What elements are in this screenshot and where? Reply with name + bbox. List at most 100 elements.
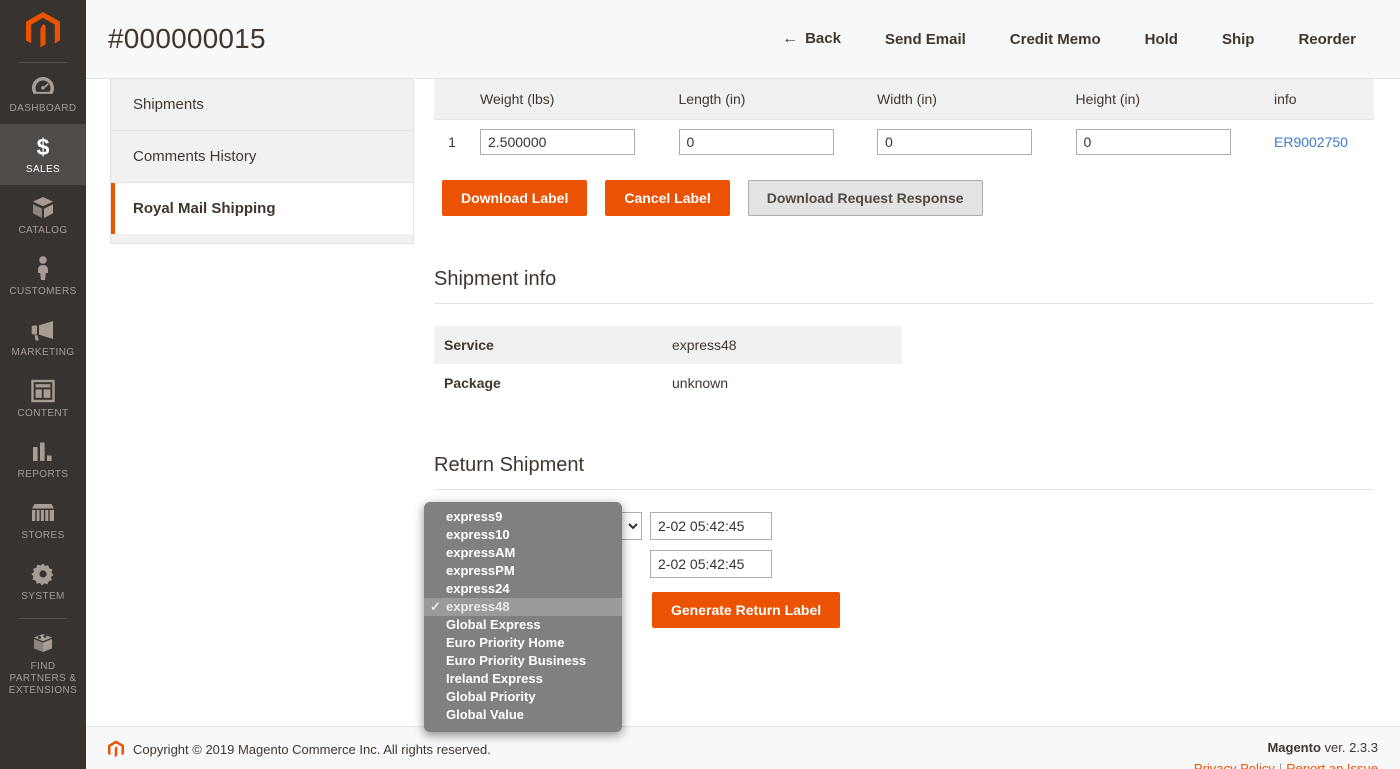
sidebar-item-label: FIND PARTNERS & EXTENSIONS	[8, 661, 78, 696]
height-input[interactable]	[1075, 129, 1231, 155]
sidebar-item-label: CONTENT	[17, 408, 69, 419]
dropdown-option-label: express9	[446, 509, 503, 524]
dropdown-option-global-priority[interactable]: Global Priority	[424, 688, 622, 706]
boxes-icon	[2, 195, 84, 221]
dropdown-option-express10[interactable]: express10	[424, 526, 622, 544]
sidebar-item-label: REPORTS	[17, 469, 69, 480]
brand-name: Magento	[1267, 740, 1321, 755]
dropdown-option-expresspm[interactable]: expressPM	[424, 562, 622, 580]
column-width: Width (in)	[867, 79, 1066, 120]
return-date-input-1[interactable]	[650, 512, 772, 540]
length-input[interactable]	[678, 129, 834, 155]
table-header-row: Weight (lbs) Length (in) Width (in) Heig…	[434, 79, 1374, 120]
dropdown-option-euro-priority-business[interactable]: Euro Priority Business	[424, 652, 622, 670]
dropdown-option-expressam[interactable]: expressAM	[424, 544, 622, 562]
column-info: info	[1264, 79, 1374, 120]
magento-logo[interactable]	[0, 0, 86, 62]
sidebar-divider-bottom	[19, 618, 67, 619]
table-row: 1 ER9002750	[434, 120, 1374, 165]
download-label-button[interactable]: Download Label	[442, 180, 588, 216]
dropdown-option-express48[interactable]: ✓ express48	[424, 598, 622, 616]
table-row: Service express48	[434, 326, 902, 364]
magento-logo-icon	[26, 12, 60, 48]
sidebar-item-customers[interactable]: CUSTOMERS	[0, 246, 86, 307]
copyright: Copyright © 2019 Magento Commerce Inc. A…	[108, 740, 491, 759]
weight-cell	[470, 120, 669, 165]
dollar-sign-icon: $	[2, 134, 84, 160]
generate-return-label-button[interactable]: Generate Return Label	[652, 592, 841, 628]
sidebar-item-catalog[interactable]: CATALOG	[0, 185, 86, 246]
weight-input[interactable]	[480, 129, 635, 155]
magento-logo-icon	[108, 740, 124, 758]
length-cell	[669, 120, 868, 165]
dropdown-option-global-value[interactable]: Global Value	[424, 706, 622, 724]
dropdown-option-label: Global Value	[446, 707, 525, 722]
dropdown-option-express9[interactable]: express9	[424, 508, 622, 526]
back-button[interactable]: ← Back	[760, 22, 863, 56]
storefront-icon	[2, 500, 84, 526]
layout-page-icon	[2, 378, 84, 404]
footer-links: Privacy Policy | Report an Issue	[1194, 761, 1378, 769]
sidebar-item-system[interactable]: SYSTEM	[0, 551, 86, 612]
sidebar-item-label: STORES	[21, 530, 65, 541]
tab-shipments[interactable]: Shipments	[111, 79, 413, 131]
dropdown-option-label: Euro Priority Business	[446, 653, 587, 668]
table-row: Package unknown	[434, 364, 902, 402]
cancel-label-button[interactable]: Cancel Label	[605, 180, 730, 216]
sidebar-item-stores[interactable]: STORES	[0, 490, 86, 551]
return-date-input-2[interactable]	[650, 550, 772, 578]
arrow-left-icon: ←	[782, 30, 799, 47]
hold-button[interactable]: Hold	[1123, 23, 1200, 56]
sidebar-item-marketing[interactable]: MARKETING	[0, 307, 86, 368]
dropdown-option-label: express10	[446, 527, 510, 542]
send-email-button[interactable]: Send Email	[863, 23, 988, 56]
back-button-label: Back	[805, 30, 841, 47]
building-blocks-icon	[2, 631, 84, 657]
info-cell: ER9002750	[1264, 120, 1374, 165]
ship-button[interactable]: Ship	[1200, 23, 1277, 56]
dropdown-option-ireland-express[interactable]: Ireland Express	[424, 670, 622, 688]
privacy-policy-link[interactable]: Privacy Policy	[1194, 761, 1275, 769]
sidebar-item-content[interactable]: CONTENT	[0, 368, 86, 429]
dropdown-option-label: Global Priority	[446, 689, 536, 704]
height-cell	[1066, 120, 1265, 165]
tab-comments-history[interactable]: Comments History	[111, 131, 413, 183]
return-service-dropdown-popup[interactable]: express9 express10 expressAM expressPM e…	[424, 502, 622, 732]
package-label: Package	[444, 375, 501, 391]
packages-table: Weight (lbs) Length (in) Width (in) Heig…	[434, 79, 1374, 164]
package-value: unknown	[672, 375, 729, 391]
report-issue-link[interactable]: Report an Issue	[1286, 761, 1378, 769]
width-input[interactable]	[877, 129, 1032, 155]
download-request-response-button[interactable]: Download Request Response	[747, 180, 983, 216]
copyright-text: Copyright © 2019 Magento Commerce Inc. A…	[133, 742, 491, 757]
dropdown-option-label: express48	[446, 599, 510, 614]
dropdown-option-global-express[interactable]: Global Express	[424, 616, 622, 634]
tab-royal-mail-shipping[interactable]: Royal Mail Shipping	[111, 183, 413, 234]
tracking-info-link[interactable]: ER9002750	[1274, 134, 1348, 150]
sidebar-item-label: SYSTEM	[21, 591, 65, 602]
dropdown-option-label: Global Express	[446, 617, 541, 632]
footer-right: Magento ver. 2.3.3 Privacy Policy | Report…	[1194, 740, 1378, 769]
dropdown-option-label: Euro Priority Home	[446, 635, 565, 650]
shipment-info-table: Service express48 Package unknown	[434, 326, 902, 402]
service-label: Service	[434, 326, 662, 364]
page-header: #000000015 ← Back Send Email Credit Memo …	[86, 0, 1400, 79]
column-index	[434, 79, 470, 120]
sidebar-item-find-partners-extensions[interactable]: FIND PARTNERS & EXTENSIONS	[0, 621, 86, 706]
dropdown-option-express24[interactable]: express24	[424, 580, 622, 598]
dropdown-option-euro-priority-home[interactable]: Euro Priority Home	[424, 634, 622, 652]
reorder-button[interactable]: Reorder	[1276, 23, 1378, 56]
width-cell	[867, 120, 1066, 165]
sidebar-item-reports[interactable]: REPORTS	[0, 429, 86, 490]
order-tabs: Shipments Comments History Royal Mail Sh…	[110, 79, 414, 244]
sidebar-item-label: CUSTOMERS	[9, 286, 77, 297]
sidebar-item-label: DASHBOARD	[9, 103, 77, 114]
sidebar-item-sales[interactable]: $ SALES	[0, 124, 86, 185]
sidebar-item-dashboard[interactable]: DASHBOARD	[0, 63, 86, 124]
version-number: ver. 2.3.3	[1320, 740, 1378, 755]
svg-text:$: $	[37, 134, 50, 160]
credit-memo-button[interactable]: Credit Memo	[988, 23, 1123, 56]
megaphone-icon	[2, 317, 84, 343]
dropdown-option-label: expressPM	[446, 563, 515, 578]
dropdown-option-label: express24	[446, 581, 510, 596]
